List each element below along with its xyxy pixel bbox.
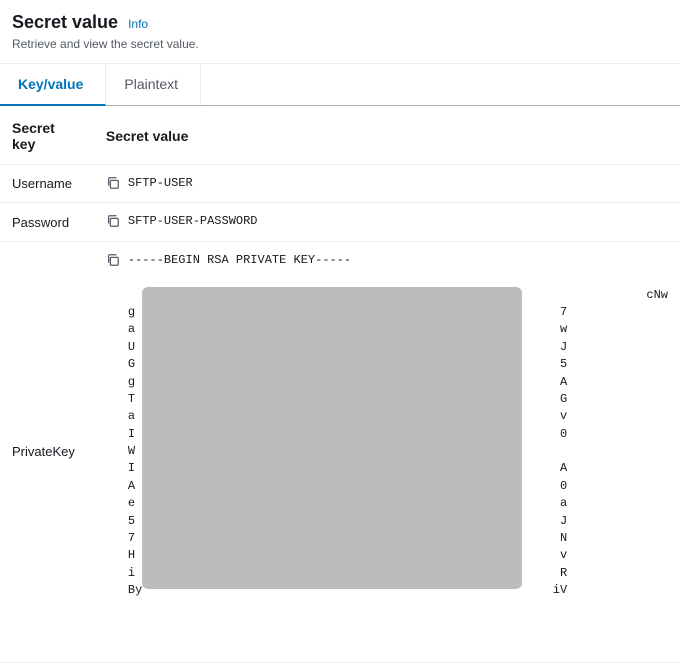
value-text: SFTP-USER-PASSWORD	[128, 213, 258, 230]
tabs: Key/value Plaintext	[0, 64, 680, 106]
private-key-header: -----BEGIN RSA PRIVATE KEY-----	[128, 252, 668, 269]
table-row: Password SFTP-USER-PASSWORD	[0, 203, 680, 241]
tab-plaintext[interactable]: Plaintext	[106, 64, 201, 105]
col-header-value: Secret value	[94, 106, 680, 165]
redaction-overlay	[142, 287, 522, 589]
row-val-username: SFTP-USER	[94, 165, 680, 203]
col-header-key: Secret key	[0, 106, 94, 165]
table-row: Username SFTP-USER	[0, 165, 680, 203]
row-key-username: Username	[0, 165, 94, 203]
page-subtitle: Retrieve and view the secret value.	[12, 37, 664, 51]
table-row: PrivateKey -----BEGIN RSA PRIVATE KEY---…	[0, 241, 680, 662]
info-link[interactable]: Info	[128, 17, 148, 31]
page-title: Secret value	[12, 12, 118, 33]
secret-kv-table: Secret key Secret value Username SFTP-US…	[0, 106, 680, 663]
row-val-password: SFTP-USER-PASSWORD	[94, 203, 680, 241]
row-val-privatekey: -----BEGIN RSA PRIVATE KEY----- MII cNw …	[94, 241, 680, 662]
panel-header: Secret value Info Retrieve and view the …	[0, 0, 680, 63]
private-key-block: MII cNw g 7 a w U	[128, 269, 668, 652]
tab-keyvalue[interactable]: Key/value	[0, 64, 106, 106]
copy-icon[interactable]	[106, 253, 120, 267]
row-key-privatekey: PrivateKey	[0, 241, 94, 662]
copy-icon[interactable]	[106, 214, 120, 228]
row-key-password: Password	[0, 203, 94, 241]
copy-icon[interactable]	[106, 176, 120, 190]
value-text: SFTP-USER	[128, 175, 193, 192]
